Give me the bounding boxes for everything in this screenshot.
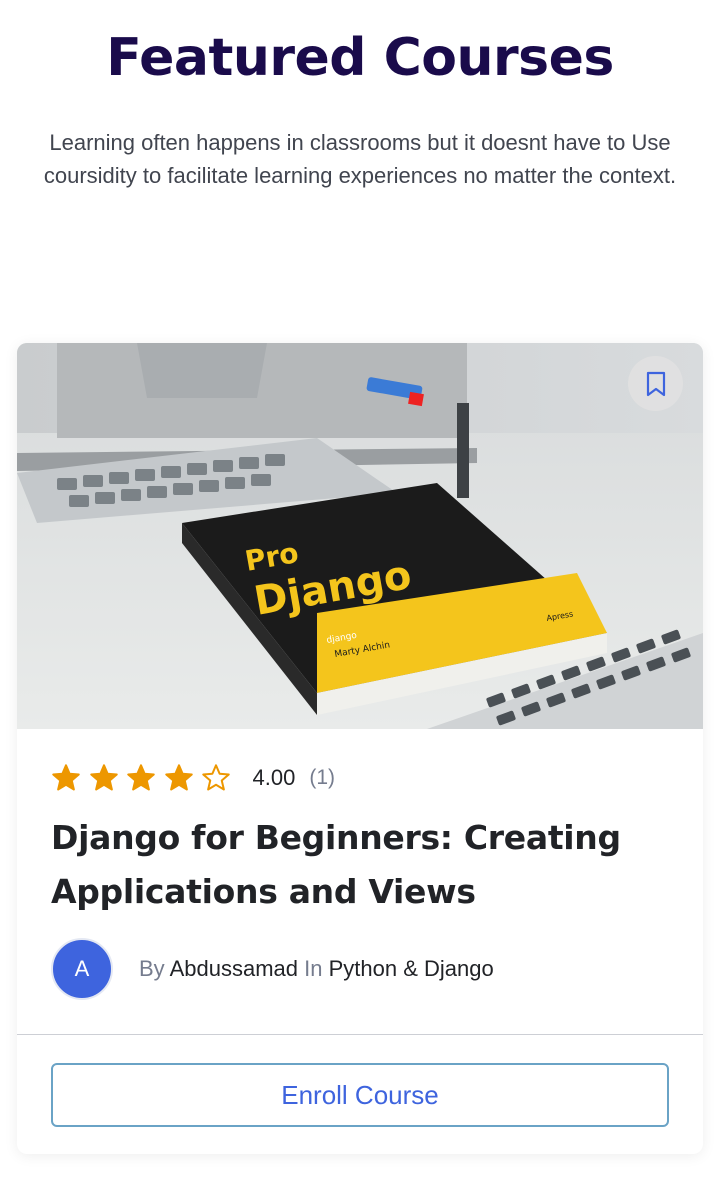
course-meta: A By Abdussamad In Python & Django (51, 938, 494, 1000)
star-filled-icon (52, 764, 80, 791)
bookmark-icon (646, 371, 665, 396)
author-name[interactable]: Abdussamad (170, 956, 298, 981)
rating-count: (1) (309, 766, 335, 789)
star-filled-icon (127, 764, 155, 791)
card-divider (17, 1034, 703, 1035)
course-rating: 4.00 (1) (51, 761, 335, 795)
avatar[interactable]: A (51, 938, 113, 1000)
star-filled-icon (164, 764, 193, 791)
thumbnail-image: Pro Django django Marty Alchin Apress (17, 343, 703, 729)
by-label: By (139, 956, 165, 981)
star-filled-icon (89, 764, 118, 791)
course-title[interactable]: Django for Beginners: Creating Applicati… (51, 811, 671, 919)
star-empty-icon (202, 764, 230, 791)
bookmark-button[interactable] (628, 356, 683, 411)
course-card: Pro Django django Marty Alchin Apress 4.… (17, 343, 703, 1154)
course-byline: By Abdussamad In Python & Django (139, 956, 494, 982)
rating-value: 4.00 (252, 765, 296, 790)
in-label: In (304, 956, 323, 981)
course-thumbnail[interactable]: Pro Django django Marty Alchin Apress (17, 343, 703, 729)
category-link[interactable]: Python & Django (329, 956, 494, 981)
section-subtitle: Learning often happens in classrooms but… (43, 130, 677, 188)
star-rating (51, 763, 239, 793)
enroll-course-button[interactable]: Enroll Course (51, 1063, 669, 1127)
section-title: Featured Courses (106, 28, 614, 88)
